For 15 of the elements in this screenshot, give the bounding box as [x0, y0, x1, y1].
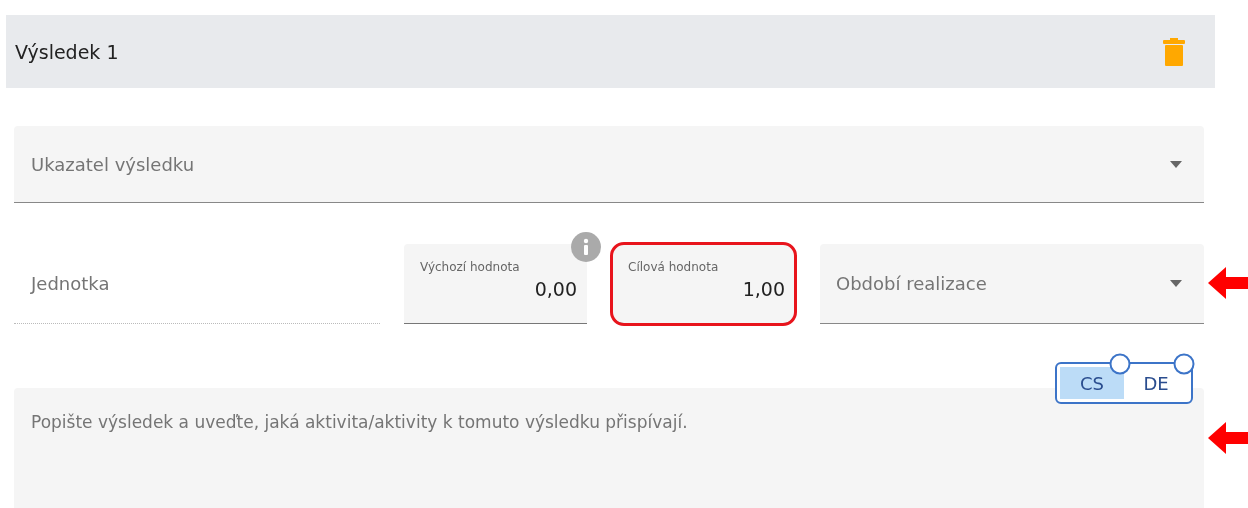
- value-field[interactable]: Cílová hodnota 1,00: [612, 244, 795, 324]
- indicator-select[interactable]: Ukazatel výsledku: [14, 126, 1204, 203]
- value-field[interactable]: Výchozí hodnota 0,00: [404, 244, 587, 324]
- dropdown-caret-icon: [1170, 160, 1182, 168]
- period-select[interactable]: Období realizace: [820, 244, 1204, 324]
- dropdown-caret-icon: [1170, 280, 1182, 287]
- field-value: 1,00: [741, 278, 785, 300]
- field-label: Výchozí hodnota: [420, 260, 521, 274]
- field-value: 0,00: [533, 278, 577, 300]
- field-label: Cílová hodnota: [628, 260, 720, 274]
- unit-field[interactable]: Jednotka: [31, 273, 110, 294]
- info-icon[interactable]: [571, 232, 601, 262]
- section-title: Výsledek 1: [15, 40, 119, 63]
- language-tab[interactable]: CS: [1060, 367, 1124, 399]
- trash-icon[interactable]: [1163, 37, 1185, 66]
